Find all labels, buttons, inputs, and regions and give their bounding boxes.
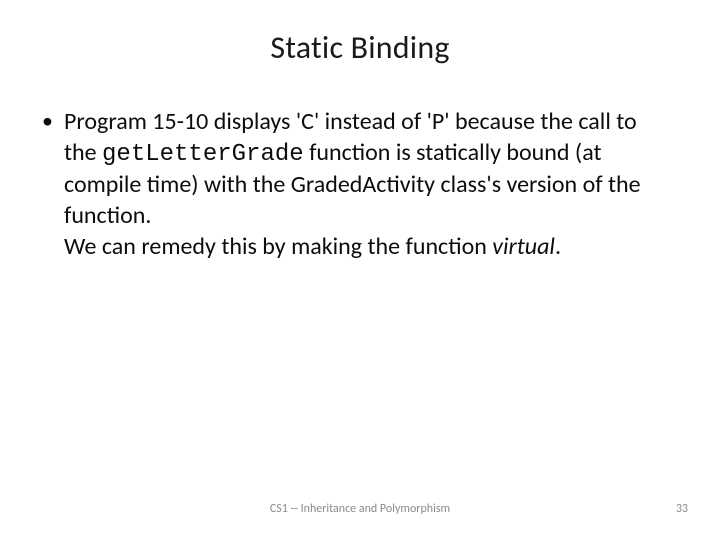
page-number: 33 [676, 502, 688, 516]
bullet-text-3a: We can remedy this by making the functio… [64, 232, 492, 261]
bullet-text-3c: . [555, 232, 561, 261]
code-identifier: getLetterGrade [102, 141, 304, 168]
slide: Static Binding Program 15-10 displays 'C… [0, 0, 720, 540]
slide-title: Static Binding [40, 28, 680, 67]
footer-text: CS1 -- Inheritance and Polymorphism [0, 502, 720, 516]
emphasized-word: virtual [492, 232, 555, 261]
bullet-item: Program 15-10 displays 'C' instead of 'P… [64, 107, 670, 263]
slide-body: Program 15-10 displays 'C' instead of 'P… [40, 107, 680, 263]
